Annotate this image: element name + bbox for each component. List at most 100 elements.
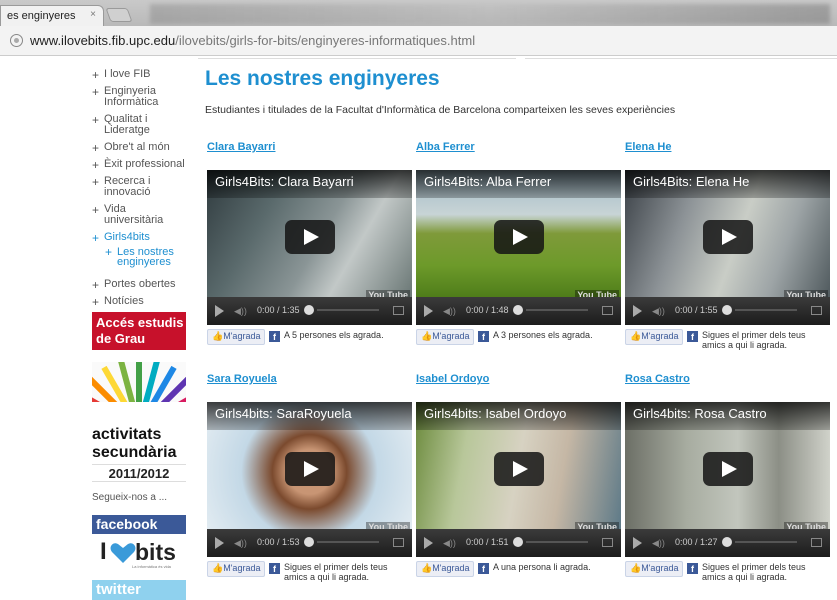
sidebar-item-portes-obertes[interactable]: + Portes obertes <box>92 279 188 292</box>
like-row: 👍M'agrada f Sigues el primer dels teus a… <box>207 561 412 585</box>
like-button[interactable]: 👍M'agrada <box>416 561 475 577</box>
seek-bar[interactable] <box>526 541 588 543</box>
seek-bar[interactable] <box>317 309 379 311</box>
video-player[interactable]: Girls4Bits: Alba Ferrer You Tube ◀)) 0:0… <box>416 170 621 325</box>
seek-handle[interactable] <box>513 305 523 315</box>
thumbs-up-icon: 👍 <box>212 331 224 341</box>
video-title[interactable]: Girls4Bits: Clara Bayarri <box>215 174 354 189</box>
sidebar-item-recerca[interactable]: + Recerca i innovació <box>92 176 188 198</box>
seek-bar[interactable] <box>735 541 797 543</box>
volume-icon[interactable]: ◀)) <box>234 306 247 317</box>
like-button[interactable]: 👍M'agrada <box>416 329 475 345</box>
volume-icon[interactable]: ◀)) <box>234 538 247 549</box>
video-player[interactable]: Girls4Bits: Elena He You Tube ◀)) 0:00 /… <box>625 170 830 325</box>
play-icon[interactable] <box>494 452 544 486</box>
video-title[interactable]: Girls4bits: SaraRoyuela <box>215 406 352 421</box>
play-small-icon[interactable] <box>424 305 433 317</box>
like-count-text: Sigues el primer dels teus amics a qui l… <box>284 562 388 582</box>
video-player[interactable]: Girls4Bits: Clara Bayarri You Tube ◀)) 0… <box>207 170 412 325</box>
sidebar-item-exit[interactable]: + Èxit professional <box>92 159 188 172</box>
card-name-link[interactable]: Isabel Ordoyo <box>416 373 489 385</box>
facebook-icon: f <box>478 563 489 574</box>
blurred-tabs-area <box>150 4 830 24</box>
sidebar-nav: + I love FIB + Enginyeria Informàtica + Qua… <box>92 69 188 313</box>
card-name-link[interactable]: Elena He <box>625 141 671 153</box>
video-player[interactable]: Girls4bits: Rosa Castro You Tube ◀)) 0:0… <box>625 402 830 557</box>
activitats-heading[interactable]: activitats secundària <box>92 426 188 462</box>
plus-icon: + <box>105 245 113 259</box>
sidebar-item-noticies[interactable]: + Notícies <box>92 296 188 309</box>
play-small-icon[interactable] <box>633 305 642 317</box>
seek-handle[interactable] <box>304 537 314 547</box>
seek-bar[interactable] <box>735 309 797 311</box>
activitats-year: 2011/2012 <box>92 464 186 482</box>
fullscreen-icon[interactable] <box>602 538 613 547</box>
video-title[interactable]: Girls4Bits: Alba Ferrer <box>424 174 551 189</box>
fullscreen-icon[interactable] <box>393 306 404 315</box>
volume-icon[interactable]: ◀)) <box>652 538 665 549</box>
play-small-icon[interactable] <box>215 305 224 317</box>
like-button[interactable]: 👍M'agrada <box>625 561 684 577</box>
video-player[interactable]: Girls4bits: SaraRoyuela You Tube ◀)) 0:0… <box>207 402 412 557</box>
play-icon[interactable] <box>703 220 753 254</box>
card-name-link[interactable]: Clara Bayarri <box>207 141 276 153</box>
browser-tab[interactable]: es enginyeres × <box>0 5 104 26</box>
page-info-icon[interactable] <box>10 34 23 47</box>
acces-estudis-banner[interactable]: Accés estudis de Grau <box>92 312 186 350</box>
like-row: 👍M'agrada f Sigues el primer dels teus a… <box>625 329 830 353</box>
play-icon[interactable] <box>285 220 335 254</box>
twitter-button[interactable]: twitter <box>92 580 186 600</box>
fullscreen-icon[interactable] <box>811 538 822 547</box>
pencils-image[interactable] <box>92 362 186 428</box>
like-button[interactable]: 👍M'agrada <box>625 329 684 345</box>
sidebar-item-obret[interactable]: + Obre't al món <box>92 141 188 155</box>
seek-handle[interactable] <box>722 305 732 315</box>
sidebar-item-i-love-fib[interactable]: + I love FIB <box>92 69 188 82</box>
sidebar-subitem-les-nostres-enginyeres[interactable]: + Les nostres enginyeres <box>92 245 188 268</box>
video-time: 0:00 / 1:55 <box>675 305 718 315</box>
sidebar-item-label: Obre't al món <box>104 141 170 153</box>
sidebar-item-vida[interactable]: + Vida universitària <box>92 204 188 226</box>
play-small-icon[interactable] <box>633 537 642 549</box>
seek-handle[interactable] <box>513 537 523 547</box>
sidebar-item-girls4bits[interactable]: + Girls4bits <box>92 232 188 245</box>
sidebar-item-qualitat[interactable]: + Qualitat i Lideratge <box>92 114 188 136</box>
fullscreen-icon[interactable] <box>811 306 822 315</box>
card-name-link[interactable]: Alba Ferrer <box>416 141 475 153</box>
like-button[interactable]: 👍M'agrada <box>207 561 266 577</box>
sidebar-item-enginyeria[interactable]: + Enginyeria Informàtica <box>92 86 188 108</box>
volume-icon[interactable]: ◀)) <box>443 306 456 317</box>
ilovebits-logo[interactable]: I bits La informàtica és vida <box>92 536 186 572</box>
address-bar[interactable]: www.ilovebits.fib.upc.edu/ilovebits/girl… <box>0 26 837 56</box>
play-icon[interactable] <box>703 452 753 486</box>
facebook-button[interactable]: facebook <box>92 515 186 534</box>
volume-icon[interactable]: ◀)) <box>443 538 456 549</box>
play-icon[interactable] <box>285 452 335 486</box>
seek-bar[interactable] <box>526 309 588 311</box>
video-title[interactable]: Girls4Bits: Elena He <box>633 174 749 189</box>
thumbs-up-icon: 👍 <box>630 563 642 573</box>
volume-icon[interactable]: ◀)) <box>652 306 665 317</box>
fullscreen-icon[interactable] <box>393 538 404 547</box>
video-controls: ◀)) 0:00 / 1:53 <box>207 529 412 557</box>
play-icon[interactable] <box>494 220 544 254</box>
card-name-link[interactable]: Rosa Castro <box>625 373 690 385</box>
url-text[interactable]: www.ilovebits.fib.upc.edu/ilovebits/girl… <box>30 33 475 48</box>
seek-handle[interactable] <box>304 305 314 315</box>
seek-bar[interactable] <box>317 541 379 543</box>
video-title[interactable]: Girls4bits: Isabel Ordoyo <box>424 406 566 421</box>
fullscreen-icon[interactable] <box>602 306 613 315</box>
video-player[interactable]: Girls4bits: Isabel Ordoyo You Tube ◀)) 0… <box>416 402 621 557</box>
video-title[interactable]: Girls4bits: Rosa Castro <box>633 406 767 421</box>
seek-handle[interactable] <box>722 537 732 547</box>
play-small-icon[interactable] <box>424 537 433 549</box>
new-tab-button[interactable] <box>105 8 133 22</box>
heart-icon <box>110 543 136 563</box>
close-tab-icon[interactable]: × <box>90 9 96 20</box>
plus-icon: + <box>92 175 100 189</box>
like-row: 👍M'agrada f A una persona li agrada. <box>416 561 621 585</box>
play-small-icon[interactable] <box>215 537 224 549</box>
card-name-link[interactable]: Sara Royuela <box>207 373 277 385</box>
like-button[interactable]: 👍M'agrada <box>207 329 266 345</box>
page-subtitle: Estudiantes i titulades de la Facultat d… <box>205 104 676 116</box>
